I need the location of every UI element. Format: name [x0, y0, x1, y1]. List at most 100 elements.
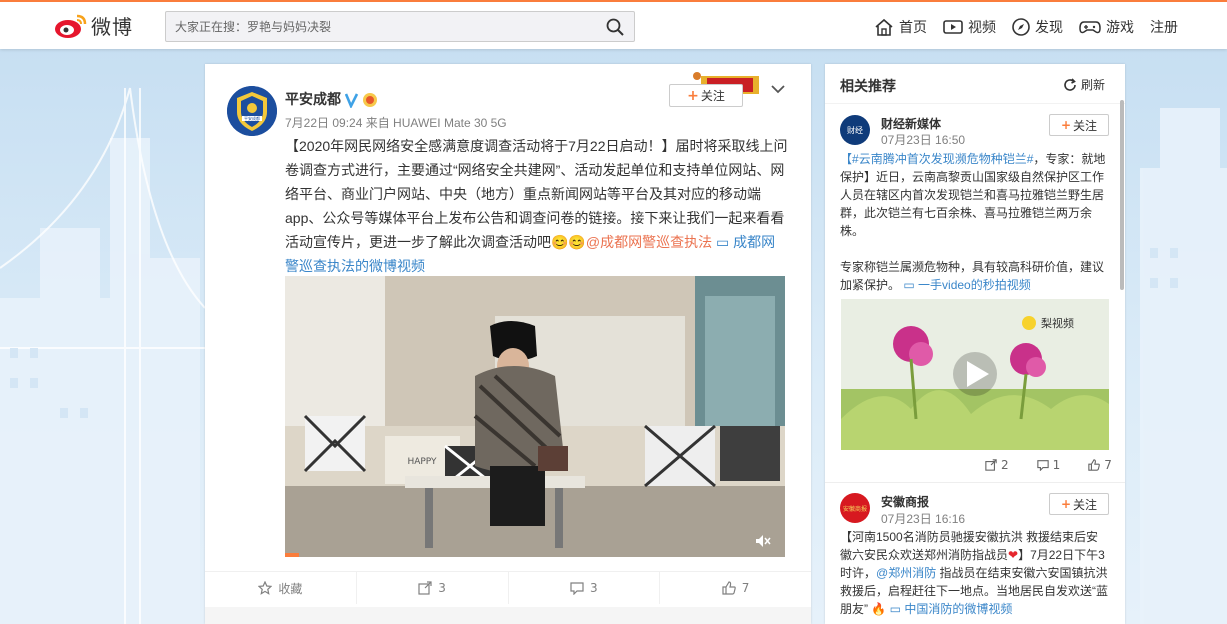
- post-meta: 7月22日 09:24 来自 HUAWEI Mate 30 5G: [285, 116, 507, 130]
- nav-home[interactable]: 首页: [874, 17, 927, 37]
- card-video-link[interactable]: ▭ 中国消防的微博视频: [890, 602, 1013, 616]
- refresh-button[interactable]: 刷新: [1063, 76, 1105, 93]
- comment-count: 3: [590, 581, 598, 595]
- sidebar-header: 相关推荐 刷新: [825, 64, 1125, 104]
- card-like-count: 7: [1104, 458, 1112, 472]
- plus-icon: +: [1060, 497, 1072, 511]
- card-comment-count: 1: [1052, 458, 1061, 472]
- favorite-label: 收藏: [278, 581, 303, 596]
- nav-video-label: 视频: [968, 20, 996, 36]
- card-divider: [825, 482, 1125, 483]
- flower-video-frame: 梨视频: [841, 299, 1109, 450]
- comment-icon: [570, 582, 584, 595]
- card-actions: 2 1 7: [985, 458, 1140, 472]
- card-mention-link[interactable]: @郑州消防: [876, 566, 936, 580]
- top-navbar: 微博 首页 视频 发现 游戏 注册: [0, 0, 1227, 49]
- home-icon: [875, 18, 893, 36]
- hashtag-link[interactable]: 【#云南腾冲首次发现濒危物种铠兰#: [840, 152, 1033, 166]
- thumbs-up-icon: [1088, 459, 1101, 471]
- mute-icon[interactable]: [755, 534, 771, 548]
- card-author-name[interactable]: 财经新媒体: [881, 115, 941, 132]
- like-button[interactable]: 7: [660, 572, 811, 604]
- card-repost[interactable]: 2: [985, 458, 1023, 472]
- heart-icon: ❤: [1008, 548, 1019, 562]
- nav-game-label: 游戏: [1106, 20, 1134, 36]
- game-icon: [1079, 21, 1101, 34]
- follow-button[interactable]: + 关注: [669, 84, 743, 107]
- pillow-text: HAPPY: [407, 457, 437, 467]
- smile-emoji: 😊😊: [551, 234, 586, 250]
- video-frame: HAPPY: [285, 276, 785, 557]
- card-follow-button[interactable]: + 关注: [1049, 114, 1109, 136]
- card-time: 07月23日 16:50: [881, 133, 966, 147]
- nav-register-label: 注册: [1150, 20, 1178, 36]
- card-time: 07月23日 16:16: [881, 512, 966, 526]
- card-follow-button[interactable]: + 关注: [1049, 493, 1109, 515]
- refresh-icon: [1064, 77, 1076, 91]
- related-recommendations-panel: 相关推荐 刷新 财经 财经新媒体 07月23日 16:50 + 关注 【#云南腾冲…: [825, 64, 1125, 624]
- post-actions: 收藏 3 3 7: [205, 571, 811, 604]
- refresh-label: 刷新: [1081, 78, 1106, 92]
- post-author-avatar[interactable]: 平安成都: [227, 86, 277, 136]
- card-avatar-text: 财经: [847, 125, 863, 135]
- repost-icon: [985, 459, 997, 471]
- follow-button-label: 关注: [700, 89, 725, 103]
- mention-link[interactable]: @成都网警巡查执法: [586, 234, 712, 250]
- repost-icon: [418, 581, 432, 595]
- nav-video[interactable]: 视频: [943, 17, 996, 37]
- logo-text: 微博: [91, 15, 133, 39]
- nav-home-label: 首页: [899, 20, 927, 36]
- favorite-button[interactable]: 收藏: [205, 572, 357, 604]
- main-nav: 首页 视频 发现 游戏 注册: [874, 17, 1194, 37]
- video-icon: [943, 20, 963, 34]
- card-text: 【#云南腾冲首次发现濒危物种铠兰#，专家：就地保护】近日，云南高黎贡山国家级自然…: [840, 150, 1110, 294]
- police-badge-icon: 平安成都: [227, 86, 277, 136]
- card-like[interactable]: 7: [1088, 458, 1126, 472]
- nav-discover-label: 发现: [1035, 20, 1063, 36]
- nav-discover[interactable]: 发现: [1012, 17, 1063, 37]
- card-video-link-text: 中国消防的微博视频: [904, 602, 1013, 616]
- card-repost-count: 2: [1001, 458, 1009, 472]
- card-author-name[interactable]: 安徽商报: [881, 493, 929, 510]
- weibo-post-card: 平安成都 平安成都 7月22日 09:24 来自 HUAWEI Mate 30 …: [205, 64, 811, 624]
- avatar-text: 平安成都: [244, 115, 260, 121]
- plus-icon: +: [1060, 118, 1072, 132]
- like-count: 7: [741, 581, 750, 595]
- card-comment[interactable]: 1: [1036, 458, 1075, 472]
- search-icon[interactable]: [606, 18, 624, 36]
- card-avatar-text: 安徽商报: [843, 505, 867, 513]
- thumbs-up-icon: [722, 581, 736, 595]
- weibo-logo-icon: [55, 14, 87, 38]
- hashtag-text: #云南腾冲首次发现濒危物种铠兰#: [852, 152, 1034, 166]
- chevron-down-icon[interactable]: [771, 84, 785, 94]
- comment-button[interactable]: 3: [509, 572, 661, 604]
- repost-button[interactable]: 3: [357, 572, 509, 604]
- card-follow-label: 关注: [1073, 118, 1098, 133]
- plus-icon: +: [687, 87, 699, 104]
- comment-icon: [1036, 460, 1049, 471]
- card-video-thumbnail[interactable]: 梨视频: [841, 299, 1109, 450]
- post-body: 【2020年网民网络安全感满意度调查活动将于7月22日启动！】届时将采取线上问卷…: [285, 138, 788, 250]
- card-author-avatar[interactable]: 财经: [840, 115, 870, 145]
- post-author-name[interactable]: 平安成都: [285, 89, 341, 109]
- verified-badge-icon: [345, 93, 377, 108]
- nav-register[interactable]: 注册: [1150, 17, 1178, 37]
- compass-icon: [1012, 18, 1030, 36]
- card-video-link[interactable]: ▭ 一手video的秒拍视频: [903, 278, 1030, 292]
- card-author-avatar[interactable]: 安徽商报: [840, 493, 870, 523]
- nav-game[interactable]: 游戏: [1079, 17, 1134, 37]
- next-post-edge: [205, 607, 811, 624]
- search-input[interactable]: [166, 12, 586, 41]
- star-icon: [258, 581, 273, 595]
- card-video-link-text: 一手video的秒拍视频: [918, 278, 1031, 292]
- card-follow-label: 关注: [1073, 497, 1098, 512]
- sidebar-scrollbar[interactable]: [1120, 100, 1124, 290]
- fire-emoji-icon: 🔥: [871, 602, 887, 616]
- card-text: 【河南1500名消防员驰援安徽抗洪 救援结束后安徽六安民众欢送郑州消防指战员❤】…: [840, 528, 1110, 618]
- weibo-logo[interactable]: 微博: [53, 11, 133, 40]
- repost-count: 3: [438, 581, 446, 595]
- video-badge-text: 梨视频: [1041, 316, 1074, 330]
- post-text: 【2020年网民网络安全感满意度调查活动将于7月22日启动！】届时将采取线上问卷…: [285, 134, 789, 278]
- sidebar-title: 相关推荐: [840, 79, 896, 95]
- post-video-player[interactable]: HAPPY: [285, 276, 785, 557]
